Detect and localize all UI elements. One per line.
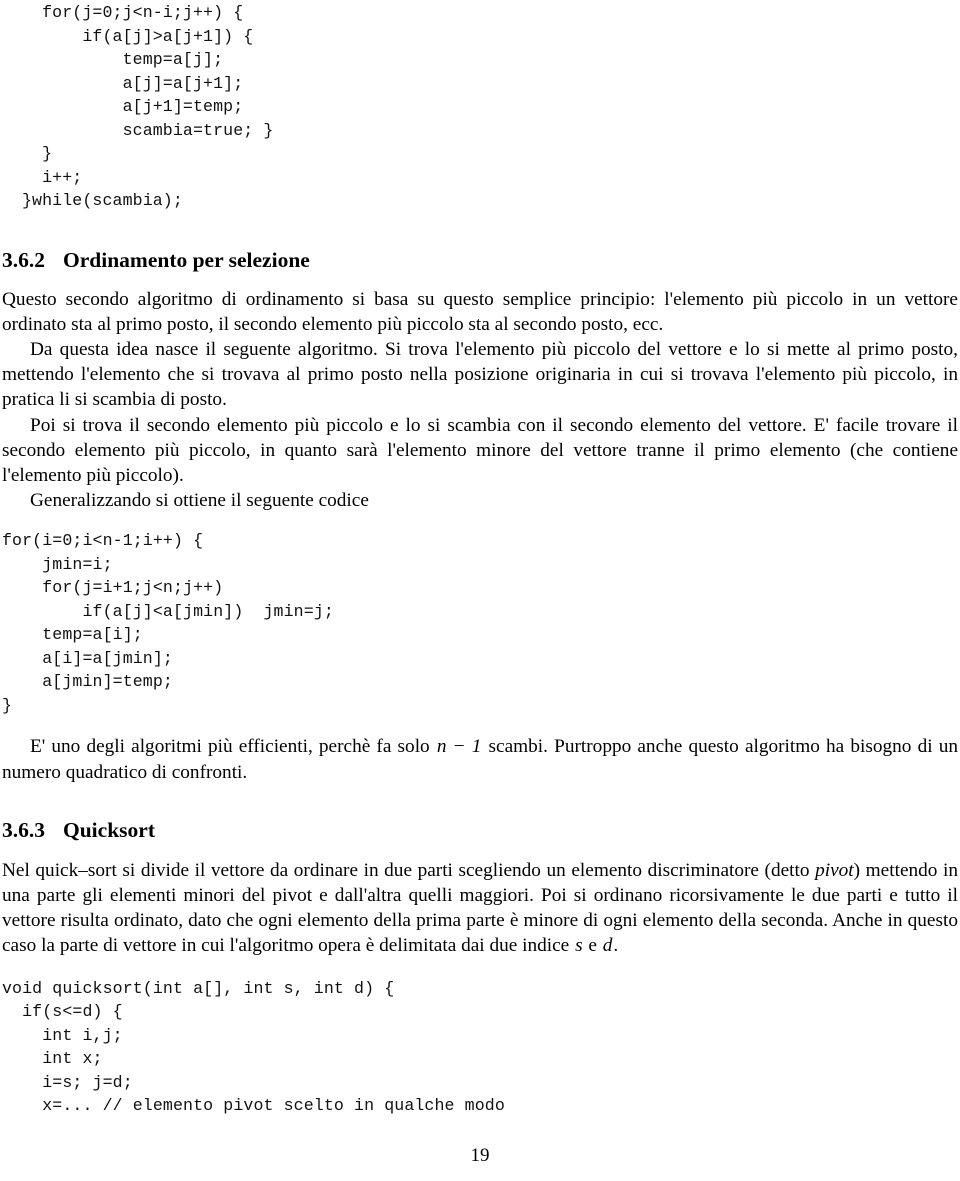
- page-number: 19: [470, 1145, 490, 1166]
- paragraph-selezione-1: Questo secondo algoritmo di ordinamento …: [2, 288, 958, 335]
- section-title: Ordinamento per selezione: [63, 247, 310, 272]
- paragraph-quicksort-1-text-a: Nel quick–sort si divide il vettore da o…: [2, 859, 816, 881]
- section-heading-3-6-2: 3.6.2 Ordinamento per selezione: [2, 247, 958, 273]
- paragraph-selezione-5-text-a: E' uno degli algoritmi più efficienti, p…: [30, 736, 436, 758]
- math-expression-n-minus-1: n − 1: [436, 736, 482, 758]
- paragraph-quicksort-1-text-d: .: [613, 935, 619, 957]
- paragraph-quicksort-1: Nel quick–sort si divide il vettore da o…: [2, 858, 958, 959]
- paragraph-selezione-5: E' uno degli algoritmi più efficienti, p…: [2, 734, 958, 784]
- paragraph-quicksort-1-text-c: e: [583, 935, 602, 957]
- paragraph-selezione-4: Generalizzando si ottiene il seguente co…: [30, 490, 369, 512]
- paragraph-selezione-2: Da questa idea nasce il seguente algorit…: [2, 338, 958, 411]
- math-variable-s: s: [575, 935, 583, 957]
- code-block-bubble-sort-tail: for(j=0;j<n-i;j++) { if(a[j]>a[j+1]) { t…: [22, 3, 274, 210]
- math-variable-d: d: [602, 935, 613, 957]
- paragraph-selezione-3: Poi si trova il secondo elemento più pic…: [2, 414, 958, 486]
- code-block-selection-sort: for(i=0;i<n-1;i++) { jmin=i; for(j=i+1;j…: [2, 531, 334, 715]
- section-number: 3.6.2: [2, 247, 45, 272]
- document-page: for(j=0;j<n-i;j++) { if(a[j]>a[j+1]) { t…: [0, 0, 960, 1181]
- emphasis-pivot: pivot: [815, 859, 854, 881]
- section-title: Quicksort: [63, 817, 155, 842]
- section-heading-3-6-3: 3.6.3 Quicksort: [2, 817, 958, 843]
- section-number: 3.6.3: [2, 817, 45, 842]
- code-block-quicksort: void quicksort(int a[], int s, int d) { …: [2, 978, 505, 1116]
